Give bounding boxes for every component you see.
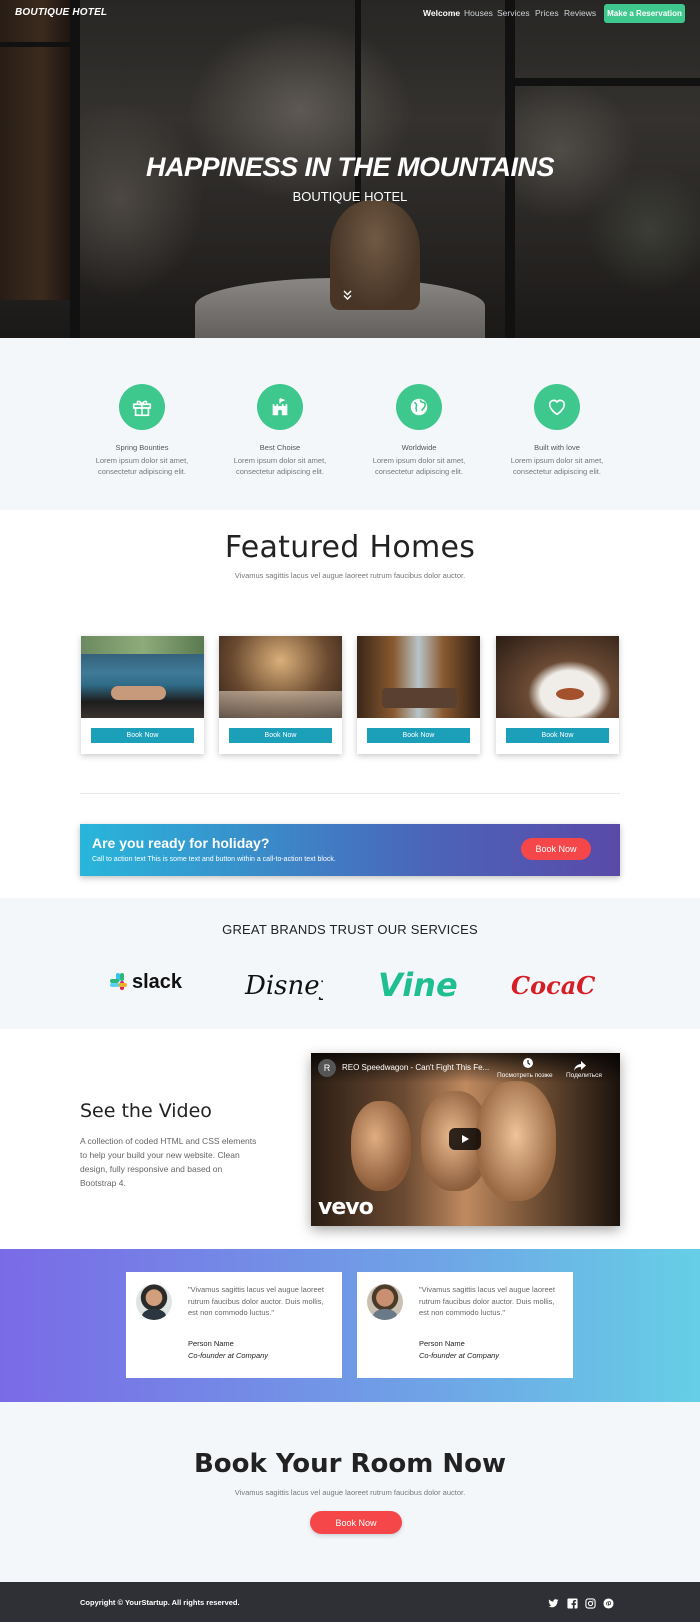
testimonial-name: Person Name bbox=[188, 1339, 234, 1348]
feature-text: consectetur adipiscing elit. bbox=[513, 467, 601, 476]
cta-title: Are you ready for holiday? bbox=[92, 835, 270, 851]
testimonial-card: "Vivamus sagittis lacus vel augue laoree… bbox=[357, 1272, 573, 1378]
nav-houses[interactable]: Houses bbox=[464, 8, 493, 18]
copyright-text: Copyright © YourStartup. All rights rese… bbox=[80, 1598, 240, 1607]
nav-reviews[interactable]: Reviews bbox=[564, 8, 596, 18]
svg-text:slack: slack bbox=[132, 971, 183, 993]
facebook-icon[interactable] bbox=[567, 1596, 578, 1609]
twitter-icon[interactable] bbox=[548, 1596, 559, 1608]
slack-logo: slack bbox=[108, 970, 188, 999]
featured-homes-title: Featured Homes bbox=[224, 530, 476, 565]
svg-text:CocaCola: CocaCola bbox=[511, 971, 595, 1000]
feature-title: Built with love bbox=[534, 443, 580, 452]
hero-title: HAPPINESS IN THE MOUNTAINS bbox=[145, 152, 555, 182]
features-section: Spring Bounties Lorem ipsum dolor sit am… bbox=[0, 338, 700, 510]
home-photo-food bbox=[496, 636, 619, 718]
feature-text: Lorem ipsum dolor sit amet, bbox=[372, 456, 466, 465]
brands-section: GREAT BRANDS TRUST OUR SERVICES slack Di… bbox=[0, 898, 700, 1029]
home-photo-dining bbox=[219, 636, 342, 718]
cta-banner: Are you ready for holiday? Call to actio… bbox=[80, 824, 620, 876]
double-chevron-down-icon[interactable] bbox=[343, 290, 352, 300]
book-room-subtitle: Vivamus sagittis lacus vel augue laoreet… bbox=[234, 1488, 466, 1497]
testimonial-role: Co-founder at Company bbox=[419, 1351, 500, 1360]
clock-icon[interactable] bbox=[522, 1057, 534, 1071]
book-now-button[interactable]: Book Now bbox=[229, 728, 332, 743]
cta-text: Call to action text This is some text an… bbox=[92, 856, 336, 863]
book-room-title: Book Your Room Now bbox=[193, 1449, 507, 1479]
video-embed[interactable]: R REO Speedwagon - Can't Fight This Fe..… bbox=[311, 1053, 620, 1226]
testimonial-quote: "Vivamus sagittis lacus vel augue laoree… bbox=[188, 1285, 324, 1317]
svg-text:Vine: Vine bbox=[378, 966, 458, 1002]
book-now-button[interactable]: Book Now bbox=[310, 1511, 402, 1534]
avatar bbox=[367, 1284, 403, 1320]
home-photo-lounge bbox=[357, 636, 480, 718]
footer: Copyright © YourStartup. All rights rese… bbox=[0, 1582, 700, 1622]
feature-title: Worldwide bbox=[401, 443, 437, 452]
home-card[interactable]: Book Now bbox=[81, 636, 204, 754]
home-card[interactable]: Book Now bbox=[496, 636, 619, 754]
globe-icon bbox=[396, 384, 442, 430]
gift-icon bbox=[119, 384, 165, 430]
avatar bbox=[136, 1284, 172, 1320]
testimonial-role: Co-founder at Company bbox=[188, 1351, 269, 1360]
channel-avatar[interactable]: R bbox=[318, 1059, 336, 1077]
instagram-icon[interactable] bbox=[585, 1596, 596, 1609]
testimonial-name: Person Name bbox=[419, 1339, 465, 1348]
coca-cola-logo: CocaCola bbox=[511, 968, 636, 1007]
testimonial-quote: "Vivamus sagittis lacus vel augue laoree… bbox=[419, 1285, 555, 1317]
testimonial-card: "Vivamus sagittis lacus vel augue laoree… bbox=[126, 1272, 342, 1378]
nav-services[interactable]: Services bbox=[497, 8, 530, 18]
pinterest-icon[interactable] bbox=[603, 1596, 614, 1609]
make-reservation-button[interactable]: Make a Reservation bbox=[604, 4, 685, 23]
disney-logo: Disney bbox=[243, 968, 335, 1009]
video-embed-title[interactable]: REO Speedwagon - Can't Fight This Fe... bbox=[342, 1063, 489, 1072]
castle-icon bbox=[257, 384, 303, 430]
hero-subtitle: BOUTIQUE HOTEL bbox=[292, 189, 408, 204]
share-label[interactable]: Поделиться bbox=[566, 1072, 602, 1079]
home-card[interactable]: Book Now bbox=[357, 636, 480, 754]
feature-text: consectetur adipiscing elit. bbox=[98, 467, 186, 476]
feature-text: consectetur adipiscing elit. bbox=[375, 467, 463, 476]
play-icon[interactable] bbox=[449, 1128, 481, 1150]
book-now-button[interactable]: Book Now bbox=[367, 728, 470, 743]
video-section-title: See the Video bbox=[80, 1100, 212, 1122]
watch-later-label[interactable]: Посмотреть позже bbox=[497, 1072, 553, 1079]
book-now-button[interactable]: Book Now bbox=[91, 728, 194, 743]
book-now-button[interactable]: Book Now bbox=[506, 728, 609, 743]
section-divider bbox=[80, 793, 620, 794]
feature-text: Lorem ipsum dolor sit amet, bbox=[95, 456, 189, 465]
home-photo-pool bbox=[81, 636, 204, 718]
video-section-text: A collection of coded HTML and CSS eleme… bbox=[80, 1136, 257, 1188]
heart-icon bbox=[534, 384, 580, 430]
feature-title: Best Choise bbox=[259, 443, 301, 452]
feature-text: consectetur adipiscing elit. bbox=[236, 467, 324, 476]
vevo-logo: vevo bbox=[318, 1195, 374, 1220]
feature-title: Spring Bounties bbox=[115, 443, 169, 452]
nav-prices[interactable]: Prices bbox=[535, 8, 559, 18]
brand-logo[interactable]: BOUTIQUE HOTEL bbox=[15, 7, 107, 18]
home-card[interactable]: Book Now bbox=[219, 636, 342, 754]
hero-section: BOUTIQUE HOTEL Welcome Houses Services P… bbox=[0, 0, 700, 338]
feature-text: Lorem ipsum dolor sit amet, bbox=[510, 456, 604, 465]
vine-logo: Vine bbox=[378, 966, 460, 1007]
featured-homes-subtitle: Vivamus sagittis lacus vel augue laoreet… bbox=[234, 571, 466, 580]
nav-welcome[interactable]: Welcome bbox=[423, 8, 460, 18]
svg-text:Disney: Disney bbox=[244, 971, 323, 1001]
brands-title: GREAT BRANDS TRUST OUR SERVICES bbox=[222, 922, 478, 937]
feature-text: Lorem ipsum dolor sit amet, bbox=[233, 456, 327, 465]
cta-book-now-button[interactable]: Book Now bbox=[521, 838, 591, 860]
testimonials-section: "Vivamus sagittis lacus vel augue laoree… bbox=[0, 1249, 700, 1402]
book-room-section: Book Your Room Now Vivamus sagittis lacu… bbox=[0, 1402, 700, 1582]
